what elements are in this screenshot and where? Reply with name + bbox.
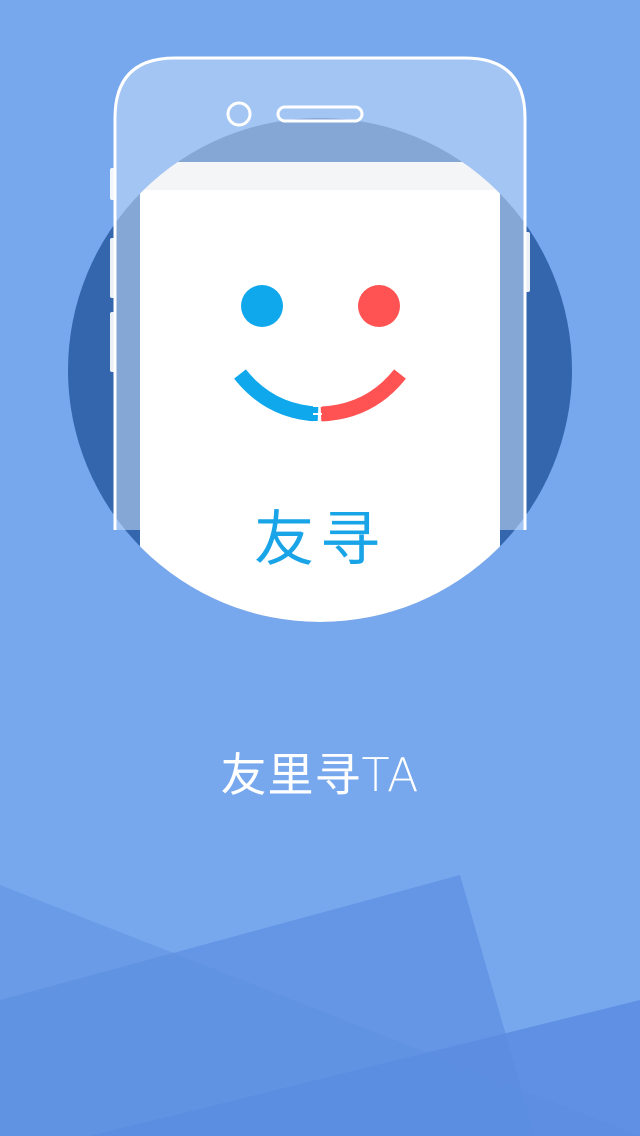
phone-screen-app-name: 友寻	[254, 505, 386, 575]
right-eye	[358, 285, 400, 327]
phone-side-button	[110, 238, 115, 298]
left-eye	[241, 285, 283, 327]
phone-side-button	[110, 168, 115, 200]
phone-status-bar	[140, 162, 500, 190]
phone-side-button	[110, 312, 115, 372]
phone-side-button	[525, 232, 530, 292]
splash-tagline: 友里寻TA	[220, 748, 420, 802]
